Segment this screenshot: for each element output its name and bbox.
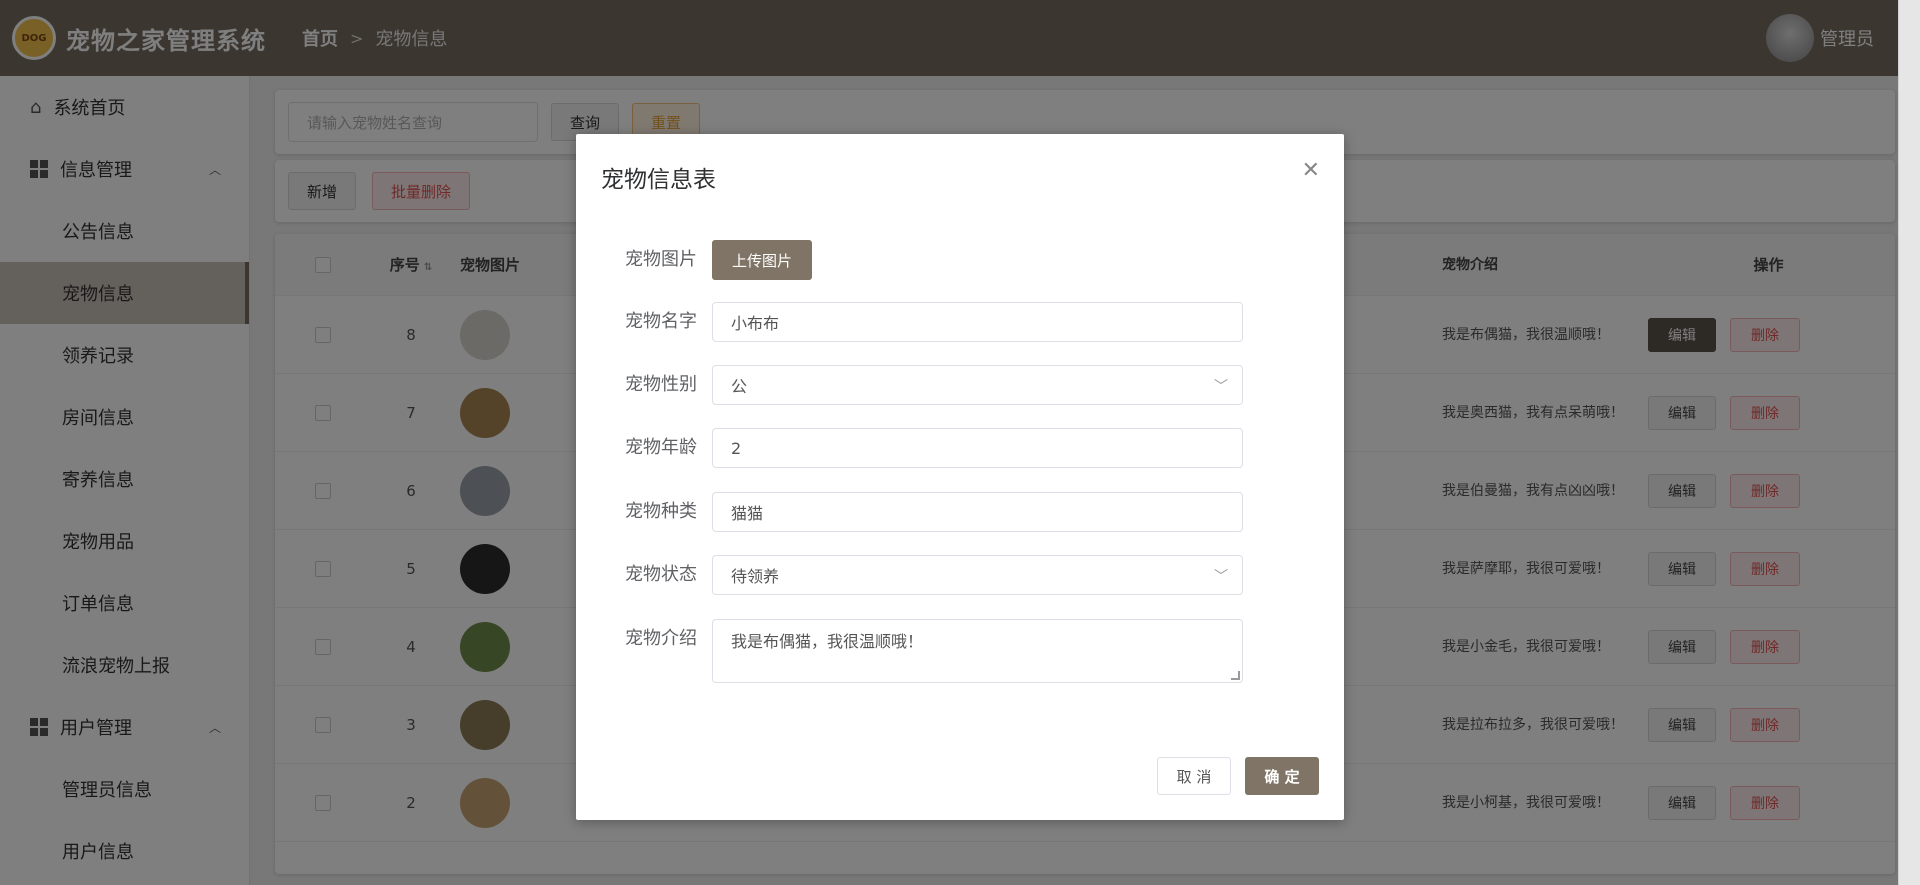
pet-sex-value: 公 — [731, 377, 748, 396]
confirm-button[interactable]: 确 定 — [1245, 757, 1319, 795]
upload-image-button[interactable]: 上传图片 — [712, 240, 812, 280]
pet-intro-value: 我是布偶猫，我很温顺哦！ — [731, 632, 924, 651]
dialog-title: 宠物信息表 — [601, 167, 716, 193]
pet-status-select[interactable]: 待领养 ﹀ — [712, 555, 1243, 595]
chevron-down-icon: ﹀ — [1214, 569, 1228, 585]
intro-label: 宠物介绍 — [625, 628, 697, 649]
form-row-kind: 宠物种类 猫猫 — [576, 492, 1344, 532]
pet-status-value: 待领养 — [731, 567, 780, 586]
status-label: 宠物状态 — [625, 564, 697, 585]
form-row-sex: 宠物性别 公 ﹀ — [576, 365, 1344, 405]
image-label: 宠物图片 — [625, 249, 697, 270]
pet-sex-select[interactable]: 公 ﹀ — [712, 365, 1243, 405]
resize-handle[interactable] — [1231, 671, 1240, 680]
page-scrollbar[interactable] — [1898, 0, 1920, 885]
form-row-age: 宠物年龄 2 — [576, 428, 1344, 468]
form-row-status: 宠物状态 待领养 ﹀ — [576, 555, 1344, 595]
chevron-down-icon: ﹀ — [1214, 379, 1228, 395]
pet-kind-field[interactable]: 猫猫 — [712, 492, 1243, 532]
dialog-footer: 取 消 确 定 — [1157, 757, 1319, 795]
close-icon[interactable]: ✕ — [1302, 158, 1320, 183]
pet-age-field[interactable]: 2 — [712, 428, 1243, 468]
pet-info-dialog: 宠物信息表 ✕ 宠物图片 上传图片 宠物名字 小布布 宠物性别 公 ﹀ 宠物年龄… — [576, 134, 1344, 820]
kind-label: 宠物种类 — [625, 501, 697, 522]
name-label: 宠物名字 — [625, 311, 697, 332]
form-row-intro: 宠物介绍 我是布偶猫，我很温顺哦！ — [576, 619, 1344, 683]
form-row-image: 宠物图片 上传图片 — [576, 240, 1344, 280]
pet-name-field[interactable]: 小布布 — [712, 302, 1243, 342]
pet-intro-textarea[interactable]: 我是布偶猫，我很温顺哦！ — [712, 619, 1243, 683]
cancel-button[interactable]: 取 消 — [1157, 757, 1231, 795]
sex-label: 宠物性别 — [625, 374, 697, 395]
form-row-name: 宠物名字 小布布 — [576, 302, 1344, 342]
age-label: 宠物年龄 — [625, 437, 697, 458]
